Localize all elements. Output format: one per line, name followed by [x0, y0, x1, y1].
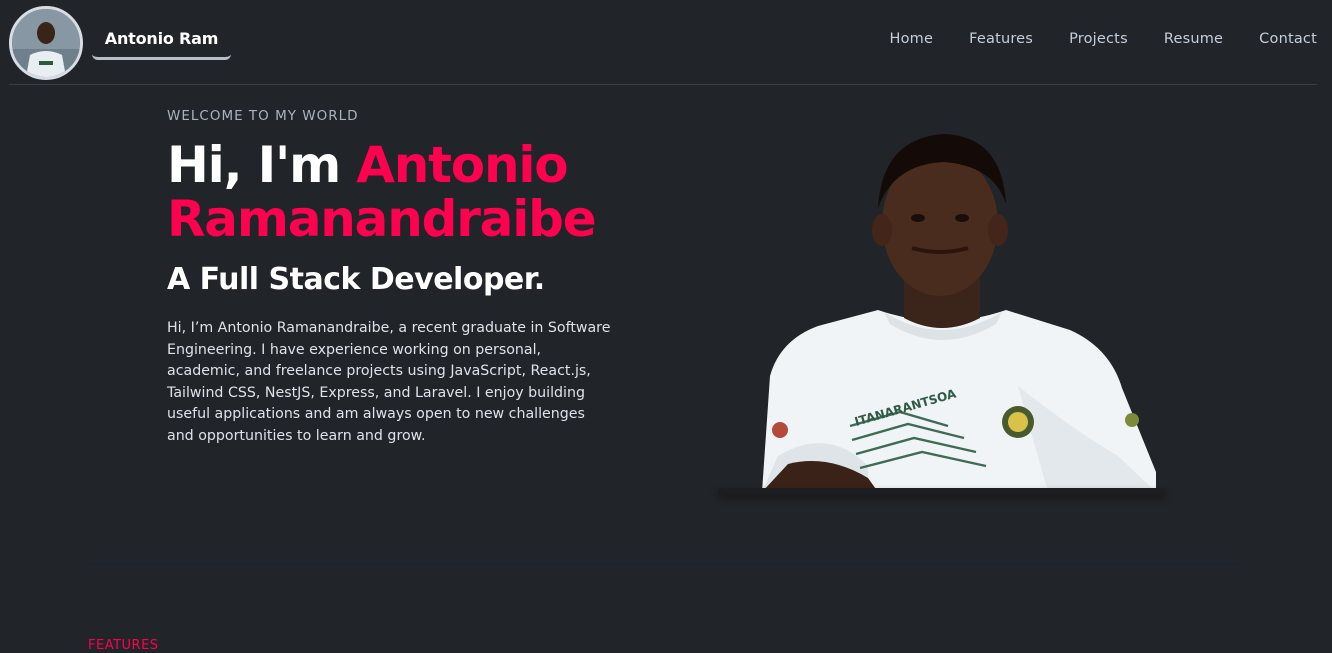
brand-name: Antonio Ram	[104, 29, 219, 48]
site-header: Antonio Ram Home Features Projects Resum…	[9, 0, 1317, 85]
hero-bio: Hi, I’m Antonio Ramanandraibe, a recent …	[167, 320, 611, 444]
hero-name-first: Antonio	[356, 136, 568, 194]
nav-features[interactable]: Features	[969, 31, 1033, 47]
brand-link[interactable]: Antonio Ram	[92, 22, 231, 60]
section-divider	[88, 563, 1240, 566]
nav-contact[interactable]: Contact	[1259, 31, 1317, 47]
nav-projects[interactable]: Projects	[1069, 31, 1128, 47]
hero-section: WELCOME TO MY WORLD Hi, I'm Antonio Raman…	[167, 108, 637, 448]
hero-greeting: Hi, I'm	[167, 136, 357, 194]
avatar[interactable]	[9, 6, 83, 80]
hero-portrait-image: ITANARANTSOA	[762, 134, 1156, 492]
hero-title: Hi, I'm Antonio Ramanandraibe	[167, 138, 637, 246]
hero-subtitle: A Full Stack Developer.	[167, 262, 545, 297]
portrait-shadow	[718, 488, 1166, 494]
nav-resume[interactable]: Resume	[1164, 31, 1223, 47]
nav-home[interactable]: Home	[889, 31, 933, 47]
features-label: FEATURES	[88, 638, 159, 653]
main-nav: Home Features Projects Resume Contact	[853, 31, 1317, 47]
hero-eyebrow: WELCOME TO MY WORLD	[167, 108, 359, 124]
avatar-portrait-icon	[12, 9, 80, 77]
hero-name-last: Ramanandraibe	[167, 190, 597, 248]
